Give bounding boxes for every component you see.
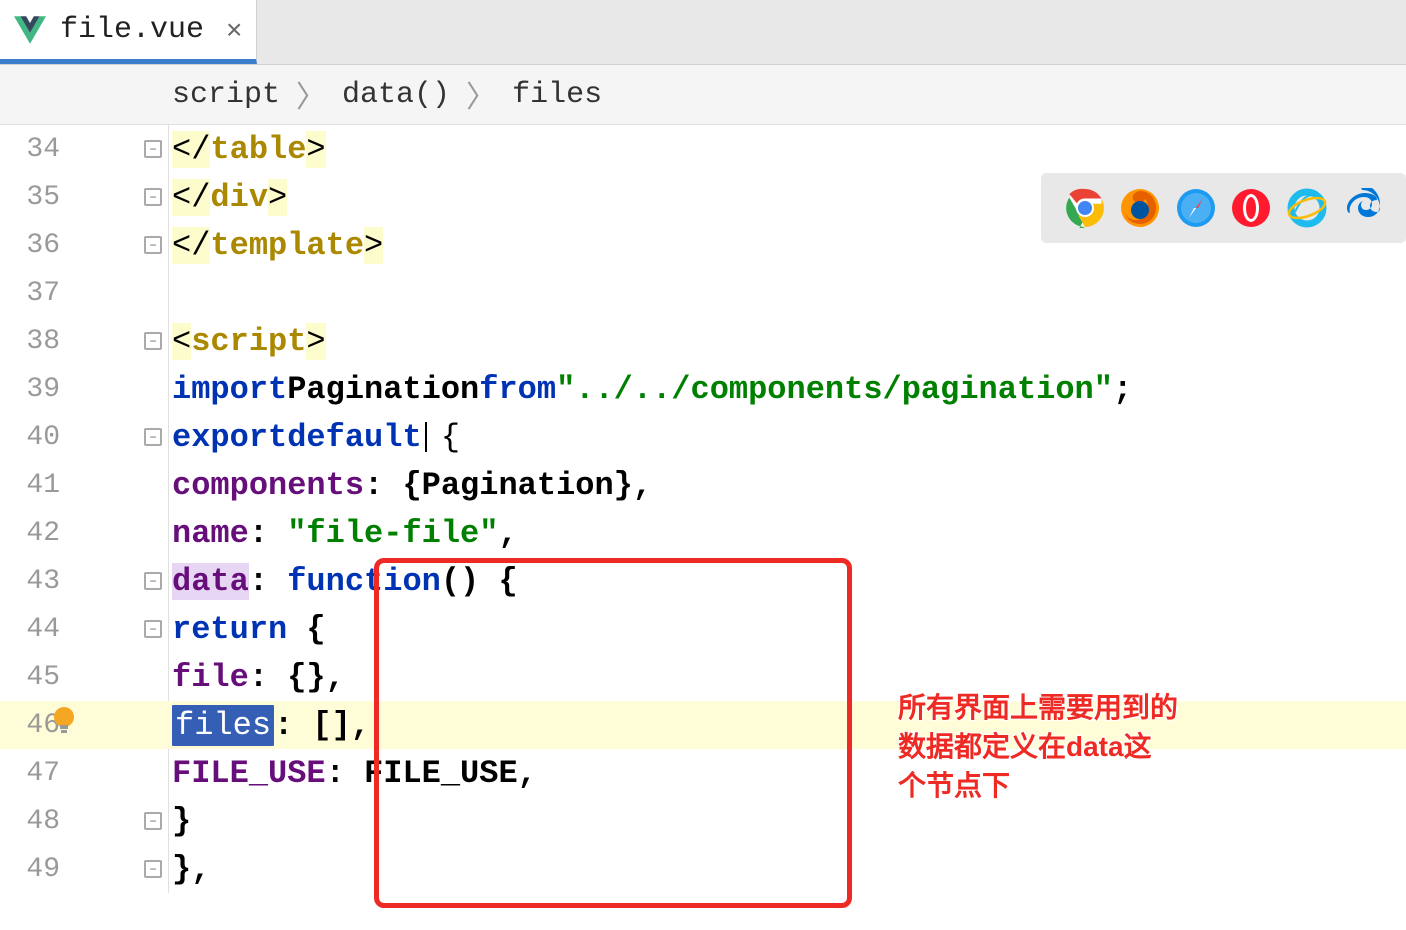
code-line: file: {},	[142, 653, 1406, 701]
gutter-row: 42	[0, 509, 142, 557]
annotation-text: 所有界面上需要用到的 数据都定义在data这 个节点下	[898, 688, 1178, 806]
selected-text: files	[172, 705, 274, 746]
chevron-icon: 〉	[296, 72, 326, 117]
code-line: name: "file-file",	[142, 509, 1406, 557]
code-line: data: function() {	[142, 557, 1406, 605]
gutter-row: 43	[0, 557, 142, 605]
line-number: 49	[0, 854, 60, 885]
gutter-row: 45	[0, 653, 142, 701]
code-line: </table>	[142, 125, 1406, 173]
gutter-row: 37	[0, 269, 142, 317]
editor-area[interactable]: 34353637383940414243444546474849 </tab	[0, 125, 1406, 893]
file-tab[interactable]: file.vue ×	[0, 0, 257, 64]
line-number: 41	[0, 470, 60, 501]
breadcrumb-item[interactable]: script	[172, 78, 280, 112]
line-number: 44	[0, 614, 60, 645]
line-number: 43	[0, 566, 60, 597]
code-line: files: [],	[142, 701, 1406, 749]
tab-filename: file.vue	[60, 13, 204, 47]
code-line: FILE_USE: FILE_USE,	[142, 749, 1406, 797]
line-number: 39	[0, 374, 60, 405]
line-number: 38	[0, 326, 60, 357]
line-number: 40	[0, 422, 60, 453]
breadcrumb-item[interactable]: data()	[342, 78, 450, 112]
breadcrumb-item[interactable]: files	[512, 78, 602, 112]
line-number: 45	[0, 662, 60, 693]
line-number: 47	[0, 758, 60, 789]
gutter-row: 48	[0, 797, 142, 845]
gutter-row: 44	[0, 605, 142, 653]
code-area[interactable]: </table> </div> </template> <script> imp…	[142, 125, 1406, 893]
gutter-row: 36	[0, 221, 142, 269]
close-icon[interactable]: ×	[226, 16, 242, 44]
line-number: 36	[0, 230, 60, 261]
gutter: 34353637383940414243444546474849	[0, 125, 142, 893]
code-line: },	[142, 845, 1406, 893]
line-number: 48	[0, 806, 60, 837]
lightbulb-icon[interactable]	[44, 705, 84, 751]
code-line: import Pagination from "../../components…	[142, 365, 1406, 413]
gutter-row: 34	[0, 125, 142, 173]
line-number: 37	[0, 278, 60, 309]
breadcrumb: script 〉 data() 〉 files	[0, 65, 1406, 125]
line-number: 34	[0, 134, 60, 165]
line-number: 42	[0, 518, 60, 549]
gutter-row: 39	[0, 365, 142, 413]
code-line: components: {Pagination},	[142, 461, 1406, 509]
code-line: export default {	[142, 413, 1406, 461]
gutter-row: 49	[0, 845, 142, 893]
gutter-row: 47	[0, 749, 142, 797]
gutter-row: 35	[0, 173, 142, 221]
code-line: return {	[142, 605, 1406, 653]
tab-bar: file.vue ×	[0, 0, 1406, 65]
code-line: </div>	[142, 173, 1406, 221]
gutter-row: 40	[0, 413, 142, 461]
gutter-row: 41	[0, 461, 142, 509]
code-line: </template>	[142, 221, 1406, 269]
vue-logo-icon	[14, 14, 46, 46]
code-line: <script>	[142, 317, 1406, 365]
line-number: 35	[0, 182, 60, 213]
code-line	[142, 269, 1406, 317]
gutter-row: 38	[0, 317, 142, 365]
code-line: }	[142, 797, 1406, 845]
chevron-icon: 〉	[466, 72, 496, 117]
